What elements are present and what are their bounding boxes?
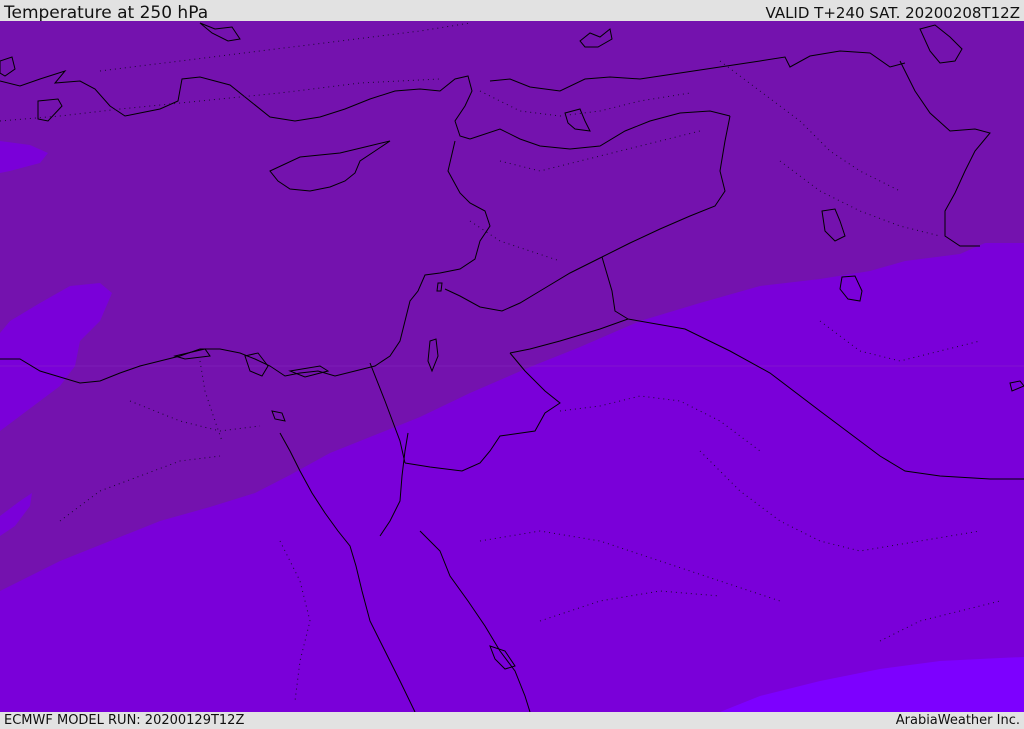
footer-bar: ECMWF MODEL RUN: 20200129T12Z ArabiaWeat… bbox=[0, 712, 1024, 729]
map-canvas bbox=[0, 21, 1024, 712]
model-run-label: ECMWF MODEL RUN: 20200129T12Z bbox=[4, 713, 245, 728]
credit-label: ArabiaWeather Inc. bbox=[895, 713, 1020, 728]
map-title: Temperature at 250 hPa bbox=[4, 3, 209, 23]
header-bar: Temperature at 250 hPa VALID T+240 SAT. … bbox=[0, 0, 1024, 23]
weather-map[interactable] bbox=[0, 21, 1024, 712]
valid-time: VALID T+240 SAT. 20200208T12Z bbox=[765, 4, 1020, 22]
